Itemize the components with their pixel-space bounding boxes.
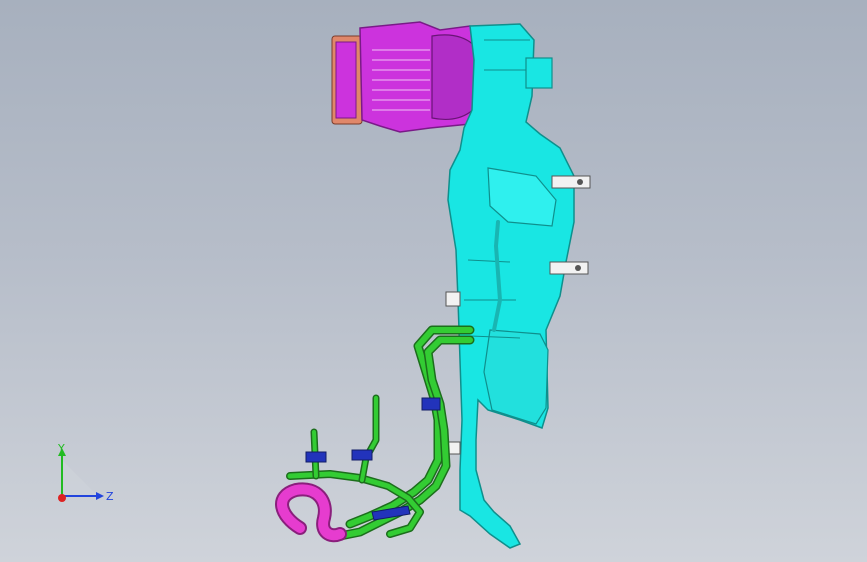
clip-1 [421,397,441,411]
origin-marker [58,494,66,502]
z-axis-label: Z [106,490,114,503]
mounting-bracket-lower [549,261,589,275]
side-tab [445,291,461,307]
mounting-bracket-upper [551,175,591,189]
triad-plane [62,460,98,496]
filter-grill [335,41,357,119]
heater-core [483,329,549,425]
actuator [525,57,553,89]
z-arrow-icon [96,492,104,500]
orientation-triad: Y Z [57,442,114,503]
heater-hose[interactable] [275,482,347,543]
clip-2 [305,451,327,463]
blower-unit[interactable] [331,21,489,133]
y-axis-label: Y [57,442,65,455]
clip-3 [351,449,373,461]
model-viewport[interactable] [0,0,867,562]
